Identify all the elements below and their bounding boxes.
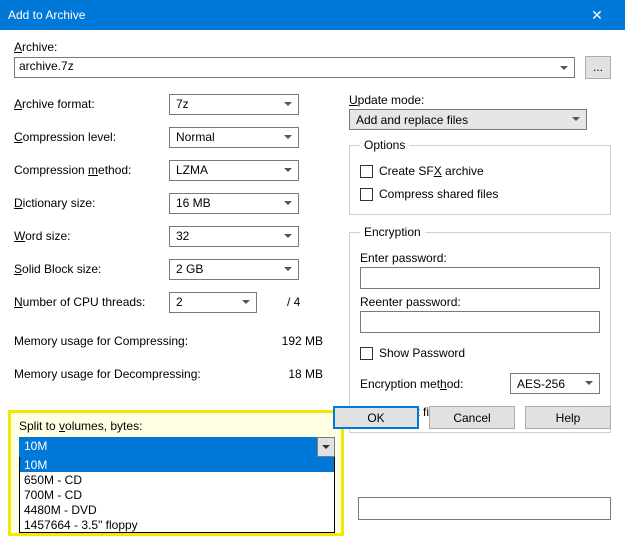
- cancel-button[interactable]: Cancel: [429, 406, 515, 429]
- mem-decompress-value: 18 MB: [224, 367, 329, 381]
- update-mode-label: Update mode:: [349, 93, 611, 107]
- reenter-password-input[interactable]: [360, 311, 600, 333]
- compress-shared-checkbox[interactable]: [360, 188, 373, 201]
- close-icon[interactable]: ✕: [577, 7, 617, 24]
- options-legend: Options: [360, 138, 409, 152]
- archive-format-label: Archive format:: [14, 97, 169, 111]
- browse-button[interactable]: ...: [585, 56, 611, 79]
- word-size-label: Word size:: [14, 229, 169, 243]
- dictionary-size-label: Dictionary size:: [14, 196, 169, 210]
- solid-block-size-label: Solid Block size:: [14, 262, 169, 276]
- mem-decompress-label: Memory usage for Decompressing:: [14, 367, 224, 381]
- split-option[interactable]: 650M - CD: [20, 472, 334, 487]
- cpu-threads-max: / 4: [287, 295, 300, 309]
- window-title: Add to Archive: [8, 8, 85, 22]
- split-option[interactable]: 4480M - DVD: [20, 502, 334, 517]
- compression-method-label: Compression method:: [14, 163, 169, 177]
- show-password-label: Show Password: [379, 346, 465, 360]
- chevron-down-icon[interactable]: [317, 437, 335, 457]
- split-volumes-input[interactable]: 10M: [19, 437, 335, 457]
- password-input[interactable]: [360, 267, 600, 289]
- compress-shared-label: Compress shared files: [379, 187, 498, 201]
- password-label: Enter password:: [360, 251, 600, 265]
- solid-block-size-select[interactable]: 2 GB: [169, 259, 299, 280]
- encryption-group: Encryption Enter password: Reenter passw…: [349, 225, 611, 433]
- show-password-checkbox[interactable]: [360, 347, 373, 360]
- archive-label: Archive:: [14, 40, 611, 54]
- parameters-input[interactable]: [358, 497, 611, 520]
- split-volumes-label: Split to volumes, bytes:: [19, 419, 333, 433]
- options-group: Options Create SFX archive Compress shar…: [349, 138, 611, 215]
- update-mode-select[interactable]: Add and replace files: [349, 109, 587, 130]
- title-bar: Add to Archive ✕: [0, 0, 625, 30]
- cpu-threads-label: Number of CPU threads:: [14, 295, 169, 309]
- encryption-method-select[interactable]: AES-256: [510, 373, 600, 394]
- mem-compress-label: Memory usage for Compressing:: [14, 334, 224, 348]
- split-option[interactable]: 10M: [20, 457, 334, 472]
- sfx-checkbox[interactable]: [360, 165, 373, 178]
- sfx-label: Create SFX archive: [379, 164, 484, 178]
- split-volumes-group: Split to volumes, bytes: 10M 10M 650M - …: [8, 410, 344, 536]
- word-size-select[interactable]: 32: [169, 226, 299, 247]
- compression-level-label: Compression level:: [14, 130, 169, 144]
- archive-name-input[interactable]: archive.7z: [14, 57, 575, 78]
- cpu-threads-select[interactable]: 2: [169, 292, 257, 313]
- compression-level-select[interactable]: Normal: [169, 127, 299, 148]
- help-button[interactable]: Help: [525, 406, 611, 429]
- split-volumes-dropdown: 10M 650M - CD 700M - CD 4480M - DVD 1457…: [19, 457, 335, 533]
- archive-format-select[interactable]: 7z: [169, 94, 299, 115]
- encryption-legend: Encryption: [360, 225, 425, 239]
- split-option[interactable]: 1457664 - 3.5" floppy: [20, 517, 334, 532]
- reenter-password-label: Reenter password:: [360, 295, 600, 309]
- ok-button[interactable]: OK: [333, 406, 419, 429]
- mem-compress-value: 192 MB: [224, 334, 329, 348]
- compression-method-select[interactable]: LZMA: [169, 160, 299, 181]
- split-option[interactable]: 700M - CD: [20, 487, 334, 502]
- encryption-method-label: Encryption method:: [360, 377, 504, 391]
- dictionary-size-select[interactable]: 16 MB: [169, 193, 299, 214]
